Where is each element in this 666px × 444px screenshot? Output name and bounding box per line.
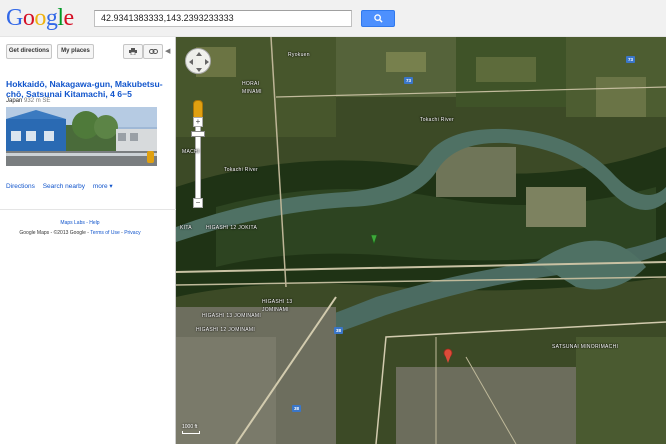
map-scale: 1000 ft [182, 424, 200, 434]
footer-brand: Google Maps [19, 230, 50, 236]
logo-letter: e [63, 5, 75, 31]
route-shield: 73 [626, 56, 636, 63]
route-shield: 38 [292, 405, 302, 412]
footer: Google Maps - ©2013 Google - Terms of Us… [0, 230, 160, 236]
map-label: HIGASHI 13 JOMINAMI [202, 313, 262, 319]
privacy-link[interactable]: Privacy [124, 230, 140, 236]
place-country: Japan 932 m SE [6, 98, 50, 104]
map-label: HORAI [242, 81, 260, 87]
map-label: KITA [180, 225, 192, 231]
logo-letter: g [45, 5, 58, 31]
terms-of-use-link[interactable]: Terms of Use [90, 230, 119, 236]
map-label: HIGASHI 12 JOKITA [206, 225, 258, 231]
zoom-slider-track[interactable] [195, 113, 201, 207]
zoom-in-button[interactable]: + [193, 117, 203, 127]
distance-label: 932 m SE [24, 98, 51, 104]
print-button[interactable] [123, 44, 143, 59]
google-logo[interactable]: Google [6, 5, 74, 31]
search-icon [374, 14, 383, 23]
map-label: MINAMI [242, 89, 262, 95]
maps-labs-help-link[interactable]: Maps Labs - Help [0, 220, 160, 226]
my-places-button[interactable]: My places [57, 44, 94, 59]
route-shield: 38 [334, 327, 344, 334]
satellite-map[interactable]: + − Ryokuen HORAI MINAMI MACHI Tokachi R… [176, 37, 666, 444]
more-link[interactable]: more ▾ [93, 183, 113, 190]
pan-control[interactable] [185, 48, 211, 74]
print-icon [129, 48, 137, 56]
footer-separator: - [121, 230, 123, 236]
scale-label: 1000 ft [182, 424, 198, 430]
map-label: Ryokuen [288, 52, 310, 58]
top-bar: Google 42.9341383333,143.2393233333 [0, 0, 666, 37]
logo-letter: o [34, 5, 46, 31]
zoom-out-button[interactable]: − [193, 198, 203, 208]
link-icon [148, 49, 158, 54]
link-button[interactable] [143, 44, 163, 59]
country-label: Japan [6, 98, 23, 104]
map-label: Tokachi River [224, 167, 258, 173]
map-label: HIGASHI 13 [262, 299, 293, 305]
place-actions: Directions Search nearby more ▾ [6, 182, 119, 190]
map-label: HIGASHI 12 JOMINAMI [196, 327, 256, 333]
divider [0, 209, 176, 210]
search-button[interactable] [361, 10, 395, 27]
map-label: JOMINAMI [262, 307, 289, 313]
directions-link[interactable]: Directions [6, 183, 35, 190]
map-label: Tokachi River [420, 117, 454, 123]
logo-letter: o [22, 5, 35, 31]
logo-letter: G [6, 5, 23, 31]
street-view-thumbnail[interactable] [6, 107, 157, 166]
map-imagery [176, 37, 666, 444]
side-panel: Get directions My places ◀ Hokkaidō, Nak… [0, 37, 176, 444]
map-label: MACHI [182, 149, 200, 155]
footer-copyright: - ©2013 Google - [50, 230, 89, 236]
scale-bar [182, 431, 200, 434]
route-shield: 73 [404, 77, 414, 84]
collapse-arrow-icon[interactable]: ◀ [165, 47, 170, 55]
place-title[interactable]: Hokkaidō, Nakagawa-gun, Makubetsu-chō, S… [6, 79, 172, 99]
search-nearby-link[interactable]: Search nearby [43, 183, 85, 190]
search-input[interactable]: 42.9341383333,143.2393233333 [94, 10, 352, 27]
get-directions-button[interactable]: Get directions [6, 44, 52, 59]
zoom-slider-handle[interactable] [191, 131, 205, 137]
map-label: SATSUNAI MINORIMACHI [552, 344, 619, 350]
